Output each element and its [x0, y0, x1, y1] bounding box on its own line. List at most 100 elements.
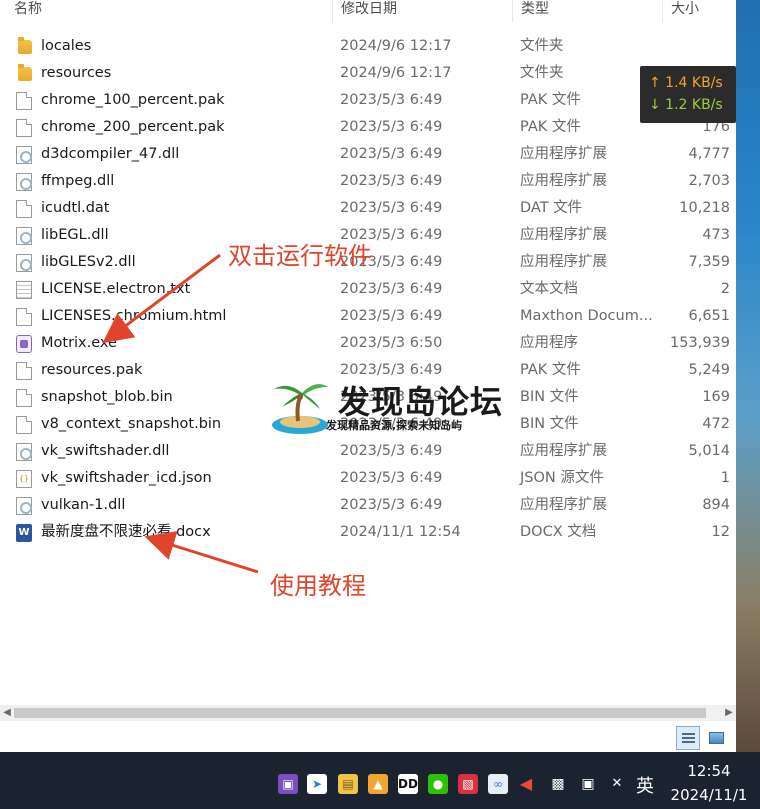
network-speed-widget: ↑ 1.4 KB/s ↓ 1.2 KB/s — [640, 66, 736, 123]
details-view-button[interactable] — [676, 726, 700, 750]
file-type: 应用程序扩展 — [520, 443, 607, 459]
file-size: 6,651 — [688, 308, 730, 324]
file-size: 2 — [720, 281, 730, 297]
file-row[interactable]: LICENSE.electron.txt 2023/5/3 6:49 文本文档 2 — [0, 276, 736, 303]
clock-time[interactable]: 12:54 — [664, 762, 754, 780]
explorer-icon[interactable]: ▤ — [338, 774, 358, 794]
volume-icon[interactable]: ◀ — [516, 774, 536, 794]
file-name: libEGL.dll — [41, 227, 109, 243]
file-row[interactable]: icudtl.dat 2023/5/3 6:49 DAT 文件 10,218 — [0, 195, 736, 222]
dll-icon — [16, 227, 32, 245]
photos-icon[interactable]: ∞ — [488, 774, 508, 794]
file-type: 应用程序扩展 — [520, 146, 607, 162]
file-size: 4,777 — [688, 146, 730, 162]
scroll-left-icon[interactable]: ◀ — [0, 705, 14, 721]
scrollbar-thumb[interactable] — [14, 708, 706, 718]
json-icon: {} — [16, 470, 32, 488]
file-size: 2,703 — [688, 173, 730, 189]
file-icon — [16, 416, 32, 434]
file-name: ffmpeg.dll — [41, 173, 115, 189]
file-row[interactable]: ffmpeg.dll 2023/5/3 6:49 应用程序扩展 2,703 — [0, 168, 736, 195]
file-name: v8_context_snapshot.bin — [41, 416, 222, 432]
file-name: snapshot_blob.bin — [41, 389, 173, 405]
file-row[interactable]: d3dcompiler_47.dll 2023/5/3 6:49 应用程序扩展 4,7… — [0, 141, 736, 168]
file-name: 最新度盘不限速必看.docx — [41, 524, 211, 540]
file-icon — [16, 362, 32, 380]
mute-icon[interactable]: ✕ — [607, 774, 627, 794]
file-date: 2024/9/6 12:17 — [340, 38, 452, 54]
file-row[interactable]: Motrix.exe 2023/5/3 6:50 应用程序 153,939 — [0, 330, 736, 357]
network-icon[interactable]: ▣ — [578, 774, 598, 794]
file-name: locales — [41, 38, 92, 54]
column-modified[interactable]: 修改日期 — [332, 0, 512, 22]
file-size: 473 — [702, 227, 730, 243]
horizontal-scrollbar[interactable]: ◀ ▶ — [0, 705, 736, 721]
wechat-icon[interactable]: ● — [428, 774, 448, 794]
file-type: 应用程序扩展 — [520, 254, 607, 270]
details-view-icon — [682, 733, 695, 744]
scroll-right-icon[interactable]: ▶ — [722, 705, 736, 721]
motrix-icon[interactable]: ▣ — [278, 774, 298, 794]
file-row[interactable]: resources 2024/9/6 12:17 文件夹 — [0, 60, 736, 87]
file-name: resources.pak — [41, 362, 143, 378]
file-type: 应用程序扩展 — [520, 497, 607, 513]
file-icon — [16, 119, 32, 137]
file-row[interactable]: vulkan-1.dll 2023/5/3 6:49 应用程序扩展 894 — [0, 492, 736, 519]
file-type: PAK 文件 — [520, 362, 581, 378]
file-row[interactable]: vk_swiftshader.dll 2023/5/3 6:49 应用程序扩展 5,0… — [0, 438, 736, 465]
file-row[interactable]: locales 2024/9/6 12:17 文件夹 — [0, 33, 736, 60]
file-row[interactable]: chrome_200_percent.pak 2023/5/3 6:49 PAK 文… — [0, 114, 736, 141]
file-date: 2023/5/3 6:49 — [340, 200, 443, 216]
file-type: Maxthon Docum... — [520, 308, 653, 324]
dll-icon — [16, 443, 32, 461]
dolby-icon[interactable]: DD — [398, 774, 418, 794]
column-type[interactable]: 类型 — [512, 0, 662, 22]
folder-icon — [18, 64, 32, 81]
run-hint-label: 双击运行软件 — [228, 242, 372, 270]
file-icon — [16, 308, 32, 326]
screenshot-icon[interactable]: ▧ — [458, 774, 478, 794]
watermark-subtitle: 发现精品资源,探索未知岛屿 — [326, 419, 463, 432]
file-row[interactable]: W 最新度盘不限速必看.docx 2024/11/1 12:54 DOCX 文档 12 — [0, 519, 736, 546]
ime-indicator[interactable]: 英 — [636, 772, 654, 798]
file-name: icudtl.dat — [41, 200, 110, 216]
folder-icon — [18, 37, 32, 54]
file-row[interactable]: chrome_100_percent.pak 2023/5/3 6:49 PAK 文… — [0, 87, 736, 114]
file-name: chrome_200_percent.pak — [41, 119, 225, 135]
file-date: 2023/5/3 6:49 — [340, 119, 443, 135]
file-size: 894 — [702, 497, 730, 513]
docx-icon: W — [16, 524, 32, 542]
file-name: Motrix.exe — [41, 335, 117, 351]
file-type: JSON 源文件 — [520, 470, 604, 486]
battery-icon[interactable]: ▩ — [548, 774, 568, 794]
file-row[interactable]: LICENSES.chromium.html 2023/5/3 6:49 Maxth… — [0, 303, 736, 330]
large-icons-view-icon — [709, 732, 724, 744]
upload-speed: ↑ 1.4 KB/s — [649, 75, 723, 91]
file-type: 应用程序 — [520, 335, 578, 351]
file-icon — [16, 200, 32, 218]
taskbar: ▣ ➤ ▤ ▲ DD ● ▧ ∞ ◀ ▩ ▣ ✕ 英 12:54 2024/11… — [0, 752, 760, 809]
file-type: DAT 文件 — [520, 200, 583, 216]
column-name[interactable]: 名称 — [6, 0, 332, 22]
file-date: 2024/9/6 12:17 — [340, 65, 452, 81]
file-icon — [16, 92, 32, 110]
file-date: 2023/5/3 6:50 — [340, 335, 443, 351]
column-size[interactable]: 大小 — [662, 0, 736, 22]
browser-icon[interactable]: ➤ — [307, 774, 327, 794]
file-date: 2023/5/3 6:49 — [340, 470, 443, 486]
file-name: vk_swiftshader.dll — [41, 443, 170, 459]
file-size: 169 — [702, 389, 730, 405]
file-name: libGLESv2.dll — [41, 254, 136, 270]
clock-date[interactable]: 2024/11/1 — [664, 786, 754, 804]
large-icons-view-button[interactable] — [704, 726, 728, 750]
file-type: 文件夹 — [520, 38, 564, 54]
file-size: 153,939 — [670, 335, 730, 351]
shield-icon[interactable]: ▲ — [368, 774, 388, 794]
file-type: PAK 文件 — [520, 119, 581, 135]
watermark: 发现岛论坛 发现精品资源,探索未知岛屿 — [268, 373, 502, 437]
file-size: 472 — [702, 416, 730, 432]
file-date: 2023/5/3 6:49 — [340, 92, 443, 108]
file-type: 文件夹 — [520, 65, 564, 81]
file-size: 10,218 — [679, 200, 730, 216]
file-row[interactable]: {} vk_swiftshader_icd.json 2023/5/3 6:49 JS… — [0, 465, 736, 492]
